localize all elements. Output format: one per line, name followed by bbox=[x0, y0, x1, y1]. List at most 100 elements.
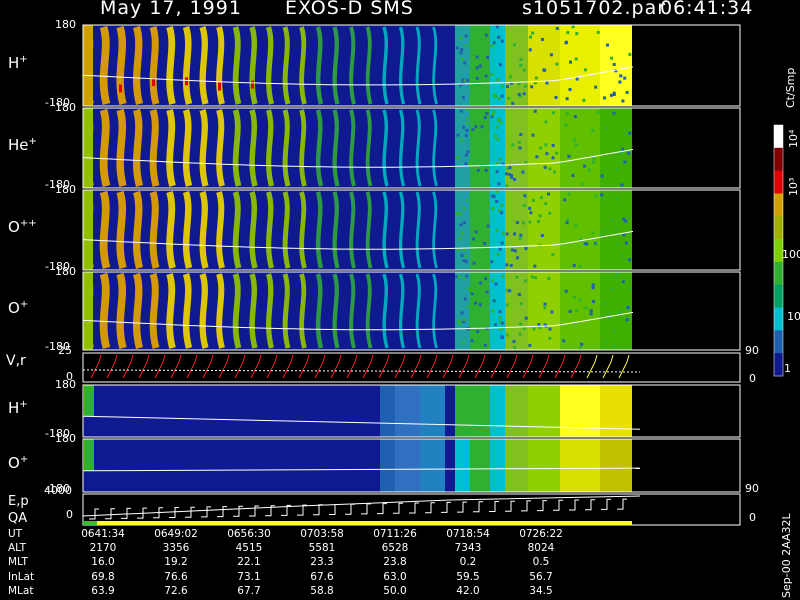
heatmap-speckle bbox=[543, 306, 547, 310]
heatmap-speckle bbox=[589, 309, 593, 313]
heatmap-speckle bbox=[623, 76, 627, 80]
heatmap-speckle bbox=[500, 84, 504, 88]
heatmap-speckle bbox=[583, 68, 587, 72]
heatmap-speckle bbox=[484, 298, 488, 302]
vr-sawtooth bbox=[330, 354, 342, 379]
ep-step bbox=[617, 498, 627, 510]
heatmap-speckle bbox=[485, 55, 489, 59]
heatmap-speckle bbox=[474, 70, 478, 74]
heatmap-band bbox=[166, 25, 176, 105]
heatmap-speckle bbox=[572, 138, 576, 142]
heatmap-speckle bbox=[605, 126, 609, 130]
heatmap-speckle bbox=[495, 25, 499, 29]
heatmap-speckle bbox=[517, 140, 521, 144]
vr-sawtooth bbox=[378, 354, 390, 379]
heatmap-speckle bbox=[606, 43, 610, 47]
heatmap-speckle bbox=[475, 76, 479, 80]
heatmap-peak bbox=[218, 82, 221, 91]
ep-step bbox=[377, 503, 387, 515]
heatmap-block bbox=[470, 190, 490, 270]
vr-sawtooth bbox=[250, 354, 262, 379]
heatmap-speckle bbox=[611, 287, 615, 291]
heatmap-speckle bbox=[615, 167, 619, 171]
heatmap-band bbox=[249, 191, 258, 269]
heatmap-speckle bbox=[464, 134, 468, 138]
vr-sawtooth bbox=[362, 354, 374, 379]
heatmap-block bbox=[528, 108, 560, 188]
table-cell: 67.6 bbox=[310, 570, 334, 583]
heatmap-speckle bbox=[515, 275, 519, 279]
heatmap-block bbox=[470, 385, 490, 437]
colorbar-label-4: 1 bbox=[784, 362, 791, 375]
heatmap-speckle bbox=[626, 305, 630, 309]
header-date: May 17, 1991 bbox=[100, 0, 242, 19]
heatmap-speckle bbox=[474, 125, 478, 129]
heatmap-speckle bbox=[497, 182, 501, 186]
heatmap-speckle bbox=[492, 299, 496, 303]
vr-sawtooth bbox=[506, 354, 518, 379]
heatmap-speckle bbox=[564, 289, 568, 293]
heatmap-speckle bbox=[462, 248, 466, 252]
heatmap-speckle bbox=[587, 168, 591, 172]
heatmap-speckle bbox=[549, 53, 553, 57]
heatmap-speckle bbox=[562, 339, 566, 343]
heatmap-speckle bbox=[471, 212, 475, 216]
ep-step bbox=[313, 504, 323, 516]
heatmap-speckle bbox=[491, 279, 495, 283]
heatmap-speckle bbox=[522, 221, 526, 225]
vr-right-tick-top: 90 bbox=[745, 344, 759, 357]
vr-sawtooth bbox=[346, 354, 358, 379]
heatmap-band bbox=[265, 26, 275, 105]
heatmap-band bbox=[182, 272, 193, 349]
heatmap-speckle bbox=[609, 93, 613, 97]
heatmap-speckle bbox=[484, 168, 488, 172]
vr-sawtooth bbox=[218, 354, 230, 379]
heatmap-speckle bbox=[465, 198, 469, 202]
colorbar-label-0: 10⁴ bbox=[787, 129, 800, 148]
heatmap-speckle bbox=[594, 85, 598, 89]
heatmap-band bbox=[332, 26, 340, 105]
vr-sawtooth bbox=[170, 354, 182, 379]
heatmap-speckle bbox=[500, 39, 504, 43]
heatmap-band bbox=[382, 26, 389, 105]
heatmap-speckle bbox=[510, 248, 514, 252]
heatmap-speckle bbox=[624, 219, 628, 223]
heatmap-speckle bbox=[490, 260, 494, 264]
heatmap-band bbox=[382, 191, 389, 269]
heatmap-speckle bbox=[475, 55, 479, 59]
table-cell: 6528 bbox=[381, 542, 409, 555]
heatmap-speckle bbox=[574, 224, 578, 228]
heatmap-speckle bbox=[578, 264, 582, 268]
heatmap-speckle bbox=[567, 192, 571, 196]
header-time: 06:41:34 bbox=[660, 0, 754, 19]
heatmap-speckle bbox=[505, 263, 509, 267]
heatmap-speckle bbox=[498, 63, 502, 67]
heatmap-speckle bbox=[544, 202, 548, 206]
heatmap-speckle bbox=[563, 198, 567, 202]
ep-step bbox=[329, 504, 339, 515]
heatmap-speckle bbox=[540, 234, 544, 238]
heatmap-speckle bbox=[616, 272, 620, 276]
vr-sawtooth bbox=[202, 354, 214, 379]
heatmap-speckle bbox=[478, 37, 482, 41]
heatmap-speckle bbox=[567, 154, 571, 158]
vr-sawtooth bbox=[426, 354, 438, 379]
heatmap-speckle bbox=[518, 237, 522, 241]
vr-sawtooth bbox=[282, 354, 294, 379]
heatmap-band bbox=[199, 109, 209, 187]
heatmap-band bbox=[149, 25, 160, 105]
heatmap-block bbox=[600, 108, 632, 188]
heatmap-speckle bbox=[458, 212, 462, 216]
heatmap-speckle bbox=[490, 44, 494, 48]
heatmap-speckle bbox=[497, 117, 501, 121]
heatmap-speckle bbox=[496, 137, 500, 141]
heatmap-speckle bbox=[571, 25, 575, 29]
heatmap-speckle bbox=[462, 221, 466, 225]
heatmap-speckle bbox=[564, 123, 568, 127]
heatmap-speckle bbox=[515, 221, 519, 225]
heatmap-speckle bbox=[484, 281, 488, 285]
table-cell: 73.1 bbox=[237, 570, 261, 583]
heatmap-peak bbox=[119, 84, 122, 93]
heatmap-speckle bbox=[540, 37, 544, 41]
heatmap-band bbox=[116, 25, 127, 105]
